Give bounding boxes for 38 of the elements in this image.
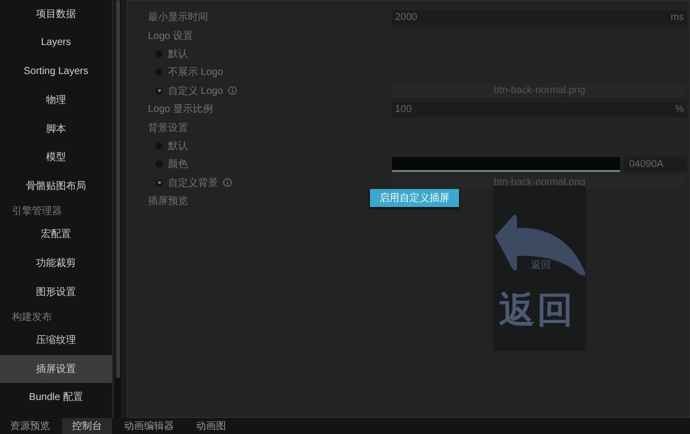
- section-label: Logo 设置: [148, 30, 194, 43]
- setting-label: Logo 显示比例: [148, 102, 214, 116]
- panel-tab[interactable]: 控制台: [62, 418, 112, 434]
- panel-tab[interactable]: 动画编辑器: [114, 418, 184, 434]
- radio-label: 自定义背景: [168, 176, 218, 190]
- setting-label: 插屏预览: [148, 194, 188, 209]
- scrollbar[interactable]: [115, 0, 121, 418]
- info-icon[interactable]: [223, 178, 232, 188]
- sidebar-item[interactable]: 压缩纹理: [0, 326, 112, 355]
- sidebar-item[interactable]: 功能裁剪: [0, 248, 112, 278]
- sidebar-item[interactable]: 项目数据: [0, 0, 112, 29]
- radio-label: 颜色: [168, 158, 188, 172]
- sidebar-item[interactable]: Sorting Layers: [0, 57, 112, 86]
- panel-tab[interactable]: 资源预览: [0, 418, 60, 434]
- sidebar-item[interactable]: Bundle 配置: [0, 383, 112, 412]
- sidebar-group-label: 引擎管理器: [11, 204, 63, 220]
- preview-text: 返回: [499, 288, 575, 332]
- panel-tab[interactable]: 动画图: [186, 418, 236, 434]
- radio-button[interactable]: [155, 178, 163, 187]
- radio-label: 默认: [168, 48, 188, 61]
- sidebar-group-label: 构建发布: [11, 310, 53, 325]
- sidebar-item[interactable]: 模型: [0, 142, 112, 172]
- radio-label: 自定义 Logo: [168, 84, 224, 98]
- sidebar-item[interactable]: 物理: [0, 86, 112, 114]
- color-swatch[interactable]: [392, 156, 620, 172]
- radio-button[interactable]: [155, 86, 163, 95]
- sidebar-item[interactable]: Layers: [0, 28, 112, 58]
- sidebar-item[interactable]: 脚本: [0, 114, 112, 143]
- setting-label: 最小显示时间: [148, 10, 208, 24]
- radio-label: 默认: [168, 140, 188, 153]
- preview-caption: 返回: [531, 258, 551, 272]
- sidebar-item[interactable]: 骨骼贴图布局: [0, 172, 112, 200]
- section-label: 背景设置: [148, 122, 188, 135]
- sidebar-item[interactable]: 插屏设置: [0, 354, 112, 384]
- radio-label: 不展示 Logo: [168, 66, 224, 80]
- sidebar-item[interactable]: 图形设置: [0, 277, 112, 306]
- info-icon[interactable]: [228, 86, 238, 96]
- sidebar-item[interactable]: 宏配置: [0, 220, 112, 249]
